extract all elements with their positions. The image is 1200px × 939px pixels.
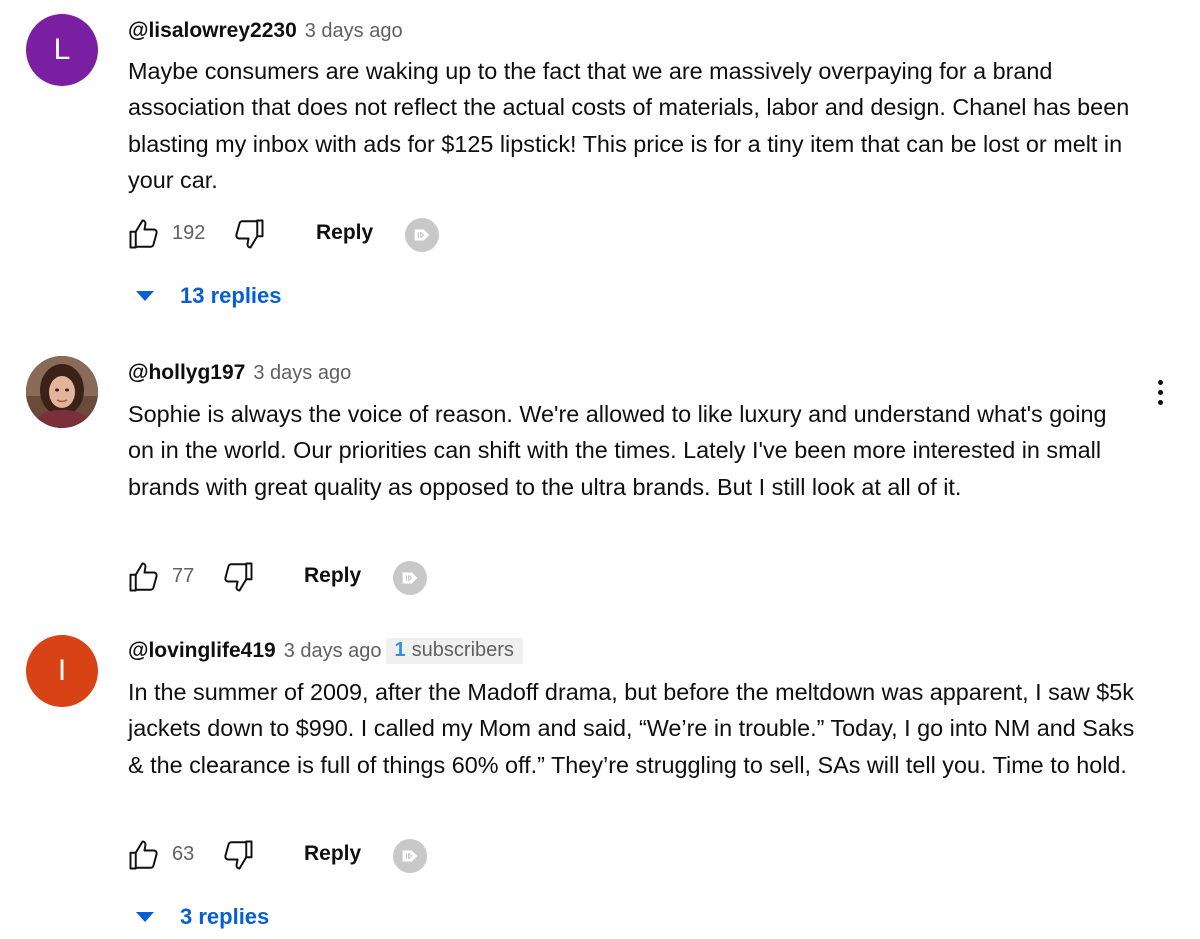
replies-toggle[interactable]: 13 replies xyxy=(136,276,282,316)
subscriber-count: 1 xyxy=(394,639,406,661)
thumbs-down-icon xyxy=(235,219,264,249)
like-button[interactable] xyxy=(124,214,164,254)
caret-down-icon xyxy=(136,912,154,922)
thumbs-up-icon xyxy=(129,840,158,870)
dislike-button[interactable] xyxy=(229,214,269,254)
caret-down-icon xyxy=(136,291,154,301)
like-button[interactable] xyxy=(124,835,164,875)
avatar[interactable] xyxy=(26,356,98,428)
comment-header: @lovinglife419 3 days ago 1 subscribers xyxy=(128,636,523,666)
avatar[interactable]: L xyxy=(26,14,98,86)
author-name[interactable]: @lisalowrey2230 xyxy=(128,19,297,43)
like-count: 192 xyxy=(172,222,206,244)
comment-text: Maybe consumers are waking up to the fac… xyxy=(128,58,1130,194)
comment-actions: 192 Reply xyxy=(124,214,724,254)
avatar[interactable]: I xyxy=(26,635,98,707)
reply-button[interactable]: Reply xyxy=(316,221,373,245)
timestamp[interactable]: 3 days ago xyxy=(305,20,403,43)
flag-badge-icon xyxy=(414,229,430,241)
timestamp[interactable]: 3 days ago xyxy=(253,362,351,385)
thumbs-down-icon xyxy=(224,840,253,870)
comment-actions: 77 Reply xyxy=(124,557,724,597)
thumbs-up-icon xyxy=(129,219,158,249)
comment-text: In the summer of 2009, after the Madoff … xyxy=(128,679,1135,778)
like-count: 77 xyxy=(172,565,195,587)
replies-toggle[interactable]: 3 replies xyxy=(136,897,269,937)
comment-actions: 63 Reply xyxy=(124,835,724,875)
flag-badge[interactable] xyxy=(393,561,427,595)
subscriber-badge: 1 subscribers xyxy=(385,638,523,664)
like-button[interactable] xyxy=(124,557,164,597)
flag-badge-icon xyxy=(402,572,418,584)
comment-header: @lisalowrey2230 3 days ago xyxy=(128,16,403,46)
reply-button[interactable]: Reply xyxy=(304,842,361,866)
reply-button[interactable]: Reply xyxy=(304,564,361,588)
thumbs-down-icon xyxy=(224,562,253,592)
replies-label: 13 replies xyxy=(180,283,282,308)
avatar-letter: L xyxy=(53,33,71,66)
thumbs-up-icon xyxy=(129,562,158,592)
author-name[interactable]: @hollyg197 xyxy=(128,361,245,385)
comment-text: Sophie is always the voice of reason. We… xyxy=(128,401,1107,500)
author-name[interactable]: @lovinglife419 xyxy=(128,639,276,663)
avatar-letter: I xyxy=(57,654,67,687)
dislike-button[interactable] xyxy=(218,835,258,875)
flag-badge[interactable] xyxy=(393,839,427,873)
like-count: 63 xyxy=(172,843,195,865)
flag-badge[interactable] xyxy=(405,218,439,252)
dislike-button[interactable] xyxy=(218,557,258,597)
avatar-photo xyxy=(26,356,98,428)
replies-label: 3 replies xyxy=(180,904,270,929)
more-vert-icon xyxy=(1157,379,1163,385)
more-actions-button[interactable] xyxy=(1145,372,1175,412)
comment-header: @hollyg197 3 days ago xyxy=(128,358,351,388)
flag-badge-icon xyxy=(402,850,418,862)
subscriber-label: subscribers xyxy=(411,639,514,661)
timestamp[interactable]: 3 days ago xyxy=(284,640,382,663)
